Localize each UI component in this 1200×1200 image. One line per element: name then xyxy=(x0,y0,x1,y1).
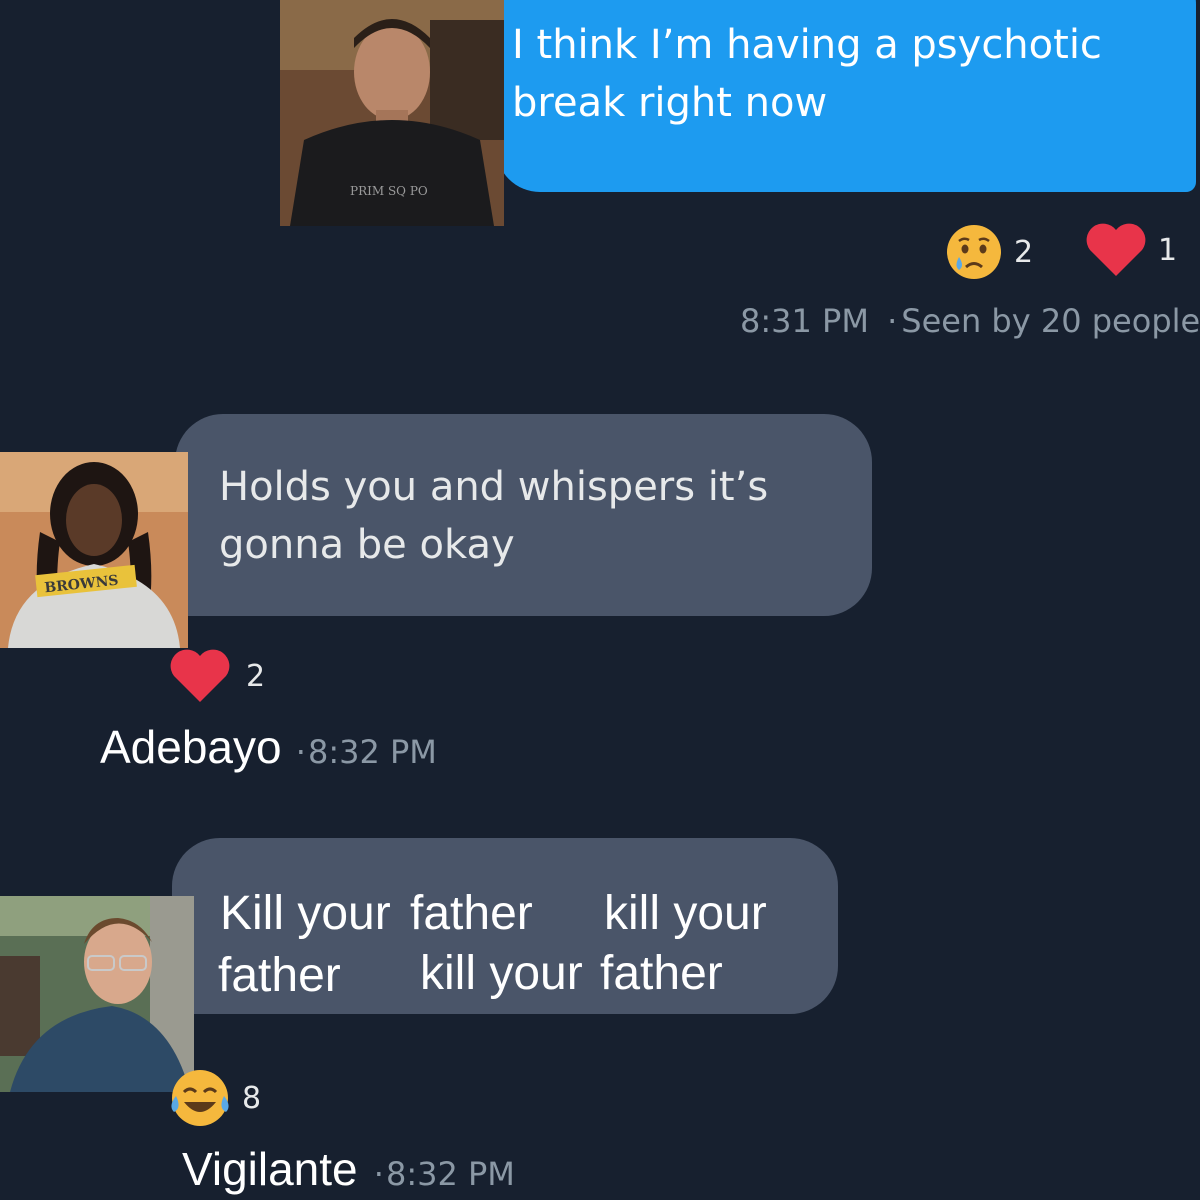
avatar-woman-graphic-tee: BROWNS xyxy=(0,452,188,648)
sender-name: Vigilante xyxy=(182,1143,358,1195)
timestamp: 8:32 PM xyxy=(385,1155,515,1193)
received-message-bubble[interactable]: Holds you and whispers it’s gonna be oka… xyxy=(175,414,872,616)
message-text: Holds you and whispers it’s gonna be oka… xyxy=(219,464,769,568)
received-message-bubble[interactable]: Kill your father kill your father kill y… xyxy=(172,838,838,1014)
message-fragment: father xyxy=(410,887,533,940)
message-fragment: father xyxy=(600,947,723,1000)
laughing-tears-emoji xyxy=(171,1070,229,1126)
reaction-crying[interactable]: 2 xyxy=(944,222,1033,282)
avatar-man-dark-shirt: PRIM SQ PO xyxy=(280,0,504,226)
separator: · xyxy=(295,733,306,771)
seen-status: Seen by 20 people xyxy=(901,302,1200,340)
message-fragment: Kill your xyxy=(220,887,391,940)
separator: · xyxy=(373,1155,384,1193)
reaction-laughing[interactable]: 8 xyxy=(168,1066,261,1130)
sent-message-bubble[interactable]: I think I’m having a psychotic break rig… xyxy=(496,0,1196,192)
reaction-heart[interactable]: 2 xyxy=(168,648,265,704)
svg-text:PRIM SQ PO: PRIM SQ PO xyxy=(350,184,428,198)
message-meta: Adebayo ·8:32 PM xyxy=(100,720,437,774)
timestamp: 8:31 PM xyxy=(740,302,869,340)
sender-name: Adebayo xyxy=(100,721,282,773)
reaction-count: 2 xyxy=(246,658,266,694)
reaction-heart[interactable]: 1 xyxy=(1084,222,1177,278)
message-fragment: father xyxy=(218,949,341,1002)
reaction-count: 8 xyxy=(242,1080,262,1116)
timestamp: 8:32 PM xyxy=(307,733,437,771)
separator: · xyxy=(887,302,898,340)
heart-icon xyxy=(1086,223,1146,276)
message-fragment: kill your xyxy=(420,947,583,1000)
reaction-count: 2 xyxy=(1014,234,1034,270)
crying-face-emoji xyxy=(947,225,1001,279)
avatar-man-glasses xyxy=(0,896,194,1092)
message-text: I think I’m having a psychotic break rig… xyxy=(512,22,1102,126)
reaction-count: 1 xyxy=(1158,232,1178,268)
heart-icon xyxy=(170,649,230,702)
message-meta: Vigilante ·8:32 PM xyxy=(182,1142,515,1196)
message-fragment: kill your xyxy=(604,887,767,940)
message-meta: 8:31 PM · Seen by 20 people xyxy=(740,302,1200,340)
